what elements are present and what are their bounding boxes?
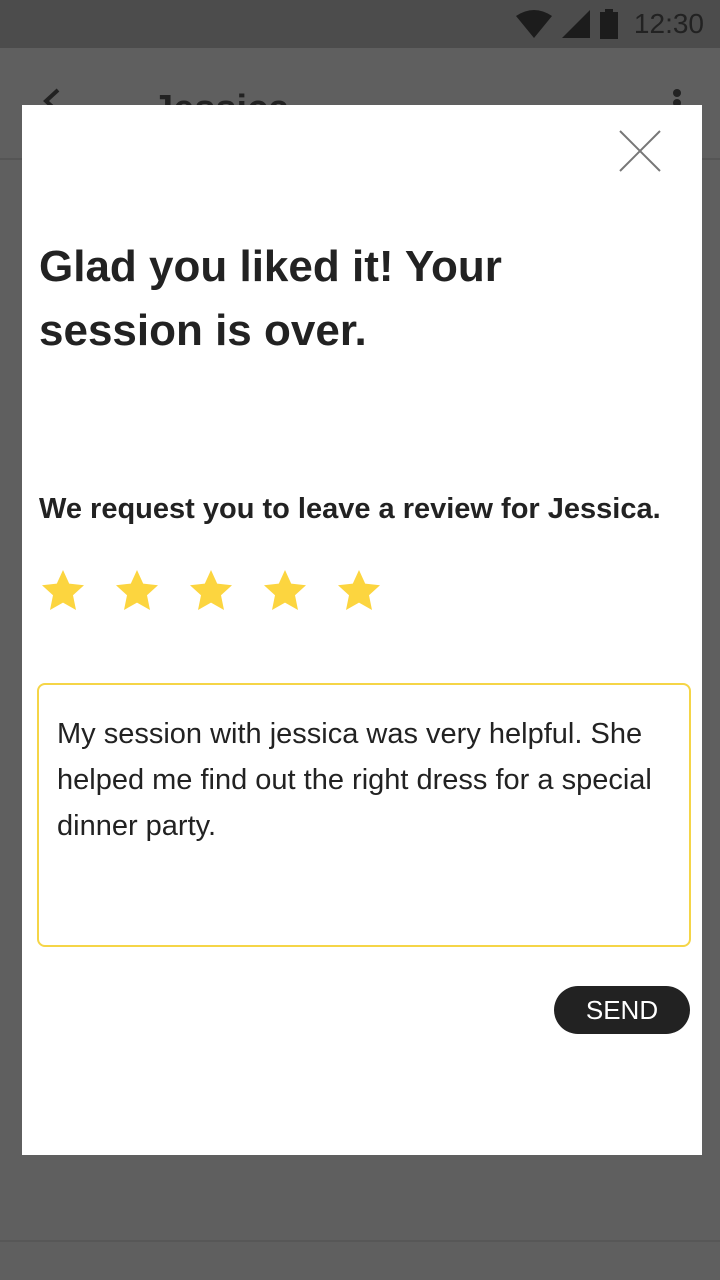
close-icon[interactable] bbox=[618, 129, 662, 173]
bottom-strip bbox=[0, 1240, 720, 1280]
review-dialog: Glad you liked it! Your session is over.… bbox=[22, 105, 702, 1155]
send-button[interactable]: SEND bbox=[554, 986, 690, 1034]
wifi-icon bbox=[515, 10, 552, 38]
battery-icon bbox=[599, 9, 618, 39]
status-bar: 12:30 bbox=[0, 0, 720, 48]
star-icon[interactable] bbox=[187, 567, 235, 615]
screen: 12:30 Jessica Glad you liked it! Your se… bbox=[0, 0, 720, 1280]
status-time: 12:30 bbox=[633, 8, 704, 39]
signal-icon bbox=[561, 10, 590, 38]
star-icon[interactable] bbox=[261, 567, 309, 615]
review-prompt: We request you to leave a review for Jes… bbox=[39, 493, 661, 525]
star-icon[interactable] bbox=[39, 567, 87, 615]
dialog-headline: Glad you liked it! Your session is over. bbox=[39, 242, 502, 355]
star-icon[interactable] bbox=[113, 567, 161, 615]
star-icon[interactable] bbox=[335, 567, 383, 615]
review-textarea[interactable]: My session with jessica was very helpful… bbox=[37, 683, 691, 947]
star-rating[interactable] bbox=[39, 567, 383, 615]
